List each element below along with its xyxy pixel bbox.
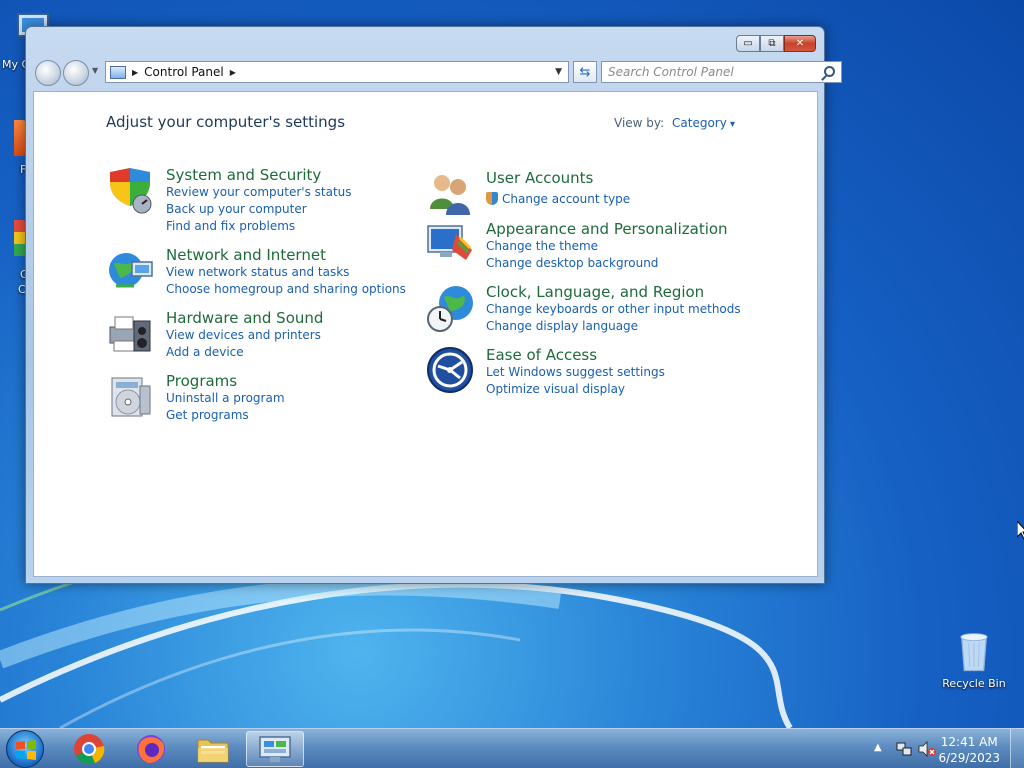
minimize-icon: ▭: [743, 38, 753, 49]
view-by-dropdown[interactable]: Category: [672, 116, 735, 130]
users-icon: [430, 175, 470, 215]
recycle-bin-icon: [960, 633, 988, 672]
task-link[interactable]: Change keyboards or other input methods: [486, 301, 741, 318]
minimize-button[interactable]: ▭: [736, 35, 760, 52]
category-heading[interactable]: User Accounts: [486, 169, 630, 187]
navigation-bar: ▼ ▶ Control Panel ▶ ▼ ⇆ Search Control P…: [34, 60, 842, 86]
task-link[interactable]: Add a device: [166, 344, 323, 361]
task-link[interactable]: Let Windows suggest settings: [486, 364, 665, 381]
taskbar-clock[interactable]: 12:41 AM 6/29/2023: [938, 734, 1000, 766]
category-heading[interactable]: Clock, Language, and Region: [486, 283, 741, 301]
task-link[interactable]: Back up your computer: [166, 201, 352, 218]
recent-pages-chevron-down-icon[interactable]: ▼: [92, 66, 98, 75]
taskbar-chrome-button[interactable]: [60, 731, 118, 767]
windows-logo-icon: [16, 740, 36, 760]
task-link[interactable]: View devices and printers: [166, 327, 323, 344]
folder-icon: [197, 739, 229, 763]
category-heading[interactable]: System and Security: [166, 166, 352, 184]
caption-buttons: ▭ ⧉ ✕: [736, 35, 816, 52]
clock-time: 12:41 AM: [940, 735, 998, 749]
globe-network-icon: [109, 253, 153, 288]
volume-muted-icon[interactable]: [918, 741, 936, 757]
uac-shield-icon: [486, 192, 498, 205]
breadcrumb-arrow-icon[interactable]: ▶: [132, 68, 138, 77]
mouse-cursor-icon: [1017, 521, 1024, 540]
taskbar-firefox-button[interactable]: [122, 731, 180, 767]
search-icon[interactable]: [824, 66, 835, 77]
page-title: Adjust your computer's settings: [106, 113, 346, 131]
desktop-icon-recycle-bin[interactable]: Recycle Bin: [938, 630, 1010, 690]
address-bar[interactable]: ▶ Control Panel ▶ ▼: [105, 61, 569, 83]
task-link[interactable]: Optimize visual display: [486, 381, 665, 398]
start-button[interactable]: [6, 730, 44, 768]
back-button[interactable]: [35, 60, 61, 86]
taskbar-control-panel-button[interactable]: [246, 731, 304, 767]
refresh-icon: ⇆: [579, 64, 591, 80]
category-heading[interactable]: Programs: [166, 372, 285, 390]
shield-icon: [110, 168, 152, 214]
breadcrumb-arrow-icon[interactable]: ▶: [230, 68, 236, 77]
show-hidden-icons-button[interactable]: ▲: [874, 742, 882, 753]
programs-disc-icon: [111, 377, 151, 417]
task-link[interactable]: Change the theme: [486, 238, 728, 255]
category-heading[interactable]: Network and Internet: [166, 246, 406, 264]
task-link[interactable]: Change display language: [486, 318, 741, 335]
forward-button[interactable]: [63, 60, 89, 86]
close-icon: ✕: [795, 38, 805, 49]
control-panel-icon: [259, 736, 291, 762]
taskbar-file-explorer-button[interactable]: [184, 731, 242, 767]
content-pane: Adjust your computer's settings View by:…: [33, 91, 818, 577]
taskbar: ▲ 12:41 AM 6/29/2023: [0, 728, 1024, 768]
control-panel-window[interactable]: ▭ ⧉ ✕ ▼ ▶ Control Panel ▶ ▼ ⇆ Search Con…: [25, 26, 842, 584]
category-heading[interactable]: Ease of Access: [486, 346, 665, 364]
monitor-palette-icon: [427, 225, 472, 260]
category-heading[interactable]: Hardware and Sound: [166, 309, 323, 327]
system-tray: ▲ 12:41 AM 6/29/2023: [864, 729, 1024, 768]
task-link[interactable]: Review your computer's status: [166, 184, 352, 201]
task-link[interactable]: View network status and tasks: [166, 264, 406, 281]
printer-speaker-icon: [109, 316, 151, 352]
address-dropdown-chevron-down-icon[interactable]: ▼: [555, 67, 562, 77]
task-link-label: Change account type: [502, 192, 631, 206]
maximize-button[interactable]: ⧉: [760, 35, 784, 52]
restore-icon: ⧉: [768, 38, 776, 49]
ease-of-access-icon: [427, 347, 473, 393]
show-desktop-button[interactable]: [1010, 729, 1024, 768]
desktop-icon-label: Recycle Bin: [942, 677, 1006, 690]
task-link[interactable]: Uninstall a program: [166, 390, 285, 407]
task-link[interactable]: Change account type: [486, 191, 630, 208]
task-link[interactable]: Change desktop background: [486, 255, 728, 272]
control-panel-icon: [110, 65, 126, 79]
search-placeholder: Search Control Panel: [608, 65, 734, 79]
firefox-icon: [137, 735, 165, 763]
view-by-label: View by:: [614, 116, 665, 130]
search-input[interactable]: Search Control Panel: [601, 61, 842, 83]
clock-globe-icon: [427, 286, 473, 332]
category-heading[interactable]: Appearance and Personalization: [486, 220, 728, 238]
task-link[interactable]: Find and fix problems: [166, 218, 352, 235]
refresh-button[interactable]: ⇆: [573, 61, 597, 83]
task-link[interactable]: Choose homegroup and sharing options: [166, 281, 406, 298]
clock-date: 6/29/2023: [938, 751, 1000, 765]
breadcrumb-control-panel[interactable]: Control Panel: [144, 65, 224, 79]
network-icon[interactable]: [896, 741, 912, 757]
close-button[interactable]: ✕: [784, 35, 816, 52]
task-link[interactable]: Get programs: [166, 407, 285, 424]
chrome-icon: [74, 734, 105, 765]
